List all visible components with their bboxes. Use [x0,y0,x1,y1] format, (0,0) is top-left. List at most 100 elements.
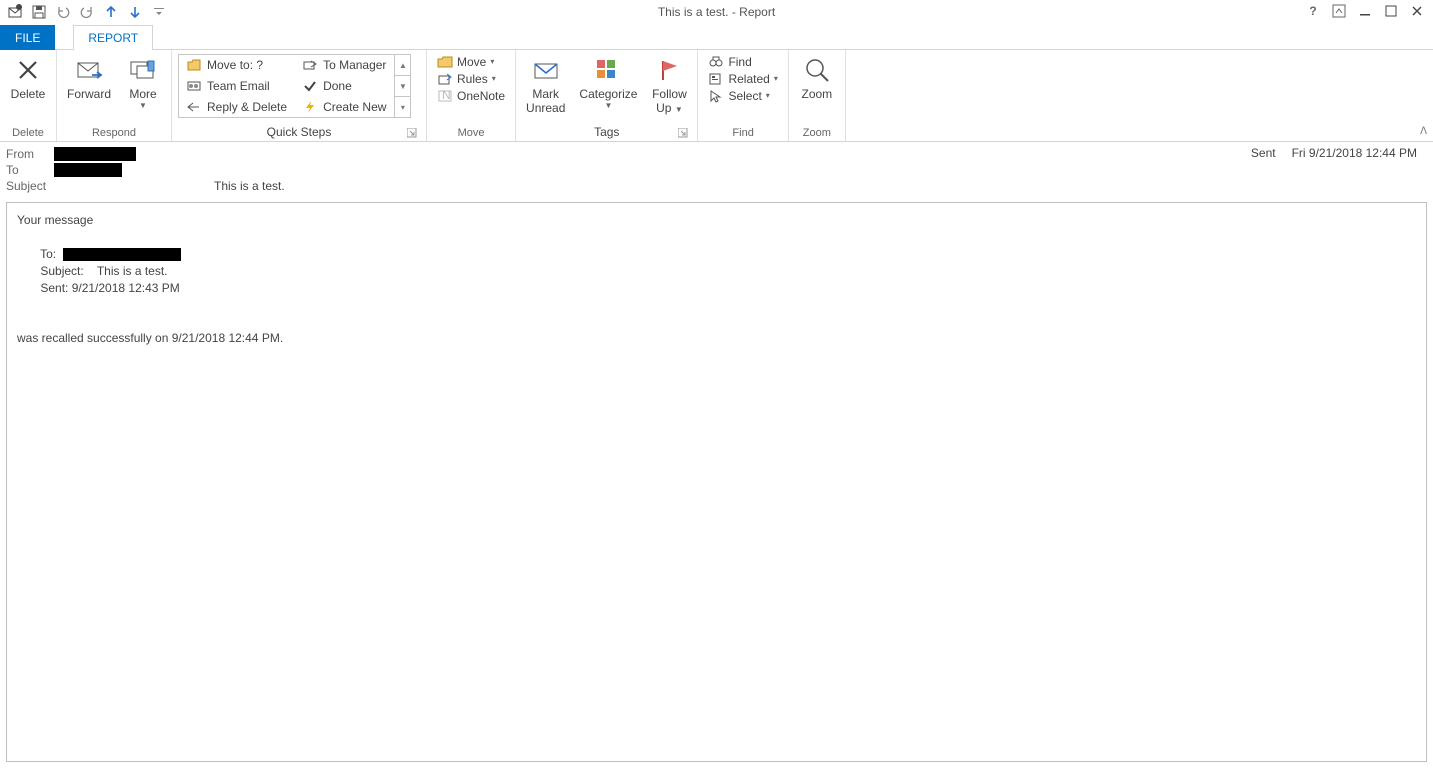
body-line-your-message: Your message [17,213,93,227]
select-button[interactable]: Select▾ [704,88,781,104]
categorize-button[interactable]: Categorize ▼ [575,52,641,112]
group-tags: MarkUnread Categorize ▼ FollowUp ▼ Tags [516,50,698,141]
minimize-icon[interactable] [1353,0,1377,22]
body-sent-line: Sent: 9/21/2018 12:43 PM [17,281,180,295]
find-button[interactable]: Find [704,54,781,70]
message-body[interactable]: Your message To: Subject: This is a test… [6,202,1427,762]
sent-label: Sent [1251,146,1276,160]
group-label-delete: Delete [6,127,50,141]
onenote-icon: N [437,89,453,103]
qs-team-email[interactable]: Team Email [185,78,289,94]
group-find: Find Related▾ Select▾ Find [698,50,788,141]
previous-item-icon[interactable] [100,1,122,23]
flag-icon [653,54,685,86]
redo-icon[interactable] [76,1,98,23]
group-label-respond: Respond [63,127,165,141]
move-button[interactable]: Move▾ [433,54,509,70]
folder-icon [187,59,201,71]
quick-steps-gallery: Move to: ? Team Email Reply & Delete To … [178,54,411,118]
message-headers: From Sent Fri 9/21/2018 12:44 PM To Subj… [0,142,1433,198]
window-title: This is a test. - Report [658,5,775,19]
collapse-ribbon-icon[interactable]: ᐱ [1420,126,1427,137]
gallery-expand[interactable]: ▾ [395,97,410,117]
gallery-scroll-down[interactable]: ▼ [395,76,410,97]
lightning-icon [303,101,317,113]
group-label-move: Move [433,127,509,141]
qs-reply-delete[interactable]: Reply & Delete [185,99,289,115]
chevron-down-icon: ▼ [139,101,147,110]
to-value-redacted [54,163,122,177]
from-label: From [6,147,54,161]
team-email-icon [187,80,201,92]
group-zoom: Zoom Zoom [789,50,846,141]
chevron-down-icon: ▾ [774,74,778,83]
save-icon[interactable] [28,1,50,23]
dialog-launcher-icon[interactable] [677,127,689,139]
forward-button[interactable]: Forward [63,52,115,104]
mark-unread-icon [530,54,562,86]
qs-move-to[interactable]: Move to: ? [185,57,289,73]
follow-up-button[interactable]: FollowUp ▼ [647,52,691,118]
gallery-scroll: ▲ ▼ ▾ [394,55,410,117]
ribbon: Delete Delete Forward More ▼ Respond Mov… [0,50,1433,142]
maximize-icon[interactable] [1379,0,1403,22]
related-button[interactable]: Related▾ [704,71,781,87]
chevron-down-icon: ▼ [604,101,612,110]
close-icon[interactable] [1405,0,1429,22]
group-move: Move▾ Rules▾ NOneNote Move [427,50,516,141]
ribbon-display-options-icon[interactable] [1327,0,1351,22]
window-controls: ? [1301,0,1429,22]
help-icon[interactable]: ? [1301,0,1325,22]
group-quick-steps: Move to: ? Team Email Reply & Delete To … [172,50,427,141]
body-recall-line: was recalled successfully on 9/21/2018 1… [17,331,283,345]
svg-text:N: N [442,89,451,102]
group-label-find: Find [704,127,781,141]
tab-file[interactable]: FILE [0,25,55,50]
delete-button[interactable]: Delete [6,52,50,104]
subject-value: This is a test. [214,179,285,193]
dialog-launcher-icon[interactable] [406,127,418,139]
group-label-quick-steps: Quick Steps [178,125,420,141]
zoom-button[interactable]: Zoom [795,52,839,104]
related-icon [708,72,724,86]
rules-icon [437,72,453,86]
group-delete: Delete Delete [0,50,57,141]
chevron-down-icon: ▾ [766,91,770,100]
to-label: To [6,163,54,177]
binoculars-icon [708,55,724,69]
quick-access-toolbar [0,1,170,23]
sent-value: Fri 9/21/2018 12:44 PM [1292,146,1417,160]
subject-label: Subject [6,179,54,193]
forward-icon [73,54,105,86]
chevron-down-icon: ▼ [675,105,683,114]
cursor-icon [708,89,724,103]
undo-icon[interactable] [52,1,74,23]
chevron-down-icon: ▾ [490,57,494,66]
gallery-scroll-up[interactable]: ▲ [395,55,410,76]
title-bar: This is a test. - Report ? [0,0,1433,24]
qs-create-new[interactable]: Create New [301,99,388,115]
next-item-icon[interactable] [124,1,146,23]
onenote-button: NOneNote [433,88,509,104]
more-respond-button[interactable]: More ▼ [121,52,165,112]
delete-icon [12,54,44,86]
qs-done[interactable]: Done [301,78,388,94]
body-to-label: To: [17,247,63,261]
magnifier-icon [801,54,833,86]
app-icon[interactable] [4,1,26,23]
from-value-redacted [54,147,136,161]
qat-customize-icon[interactable] [148,1,170,23]
categorize-icon [592,54,624,86]
rules-button[interactable]: Rules▾ [433,71,509,87]
group-label-tags: Tags [522,125,691,141]
group-respond: Forward More ▼ Respond [57,50,172,141]
body-to-redacted [63,248,181,261]
mark-unread-button[interactable]: MarkUnread [522,52,569,118]
tab-report[interactable]: REPORT [73,25,153,50]
ribbon-tabs: FILE REPORT [0,24,1433,50]
to-manager-icon [303,59,317,71]
chevron-down-icon: ▾ [492,74,496,83]
group-label-zoom: Zoom [795,127,839,141]
body-subject-line: Subject: This is a test. [17,264,168,278]
qs-to-manager[interactable]: To Manager [301,57,388,73]
